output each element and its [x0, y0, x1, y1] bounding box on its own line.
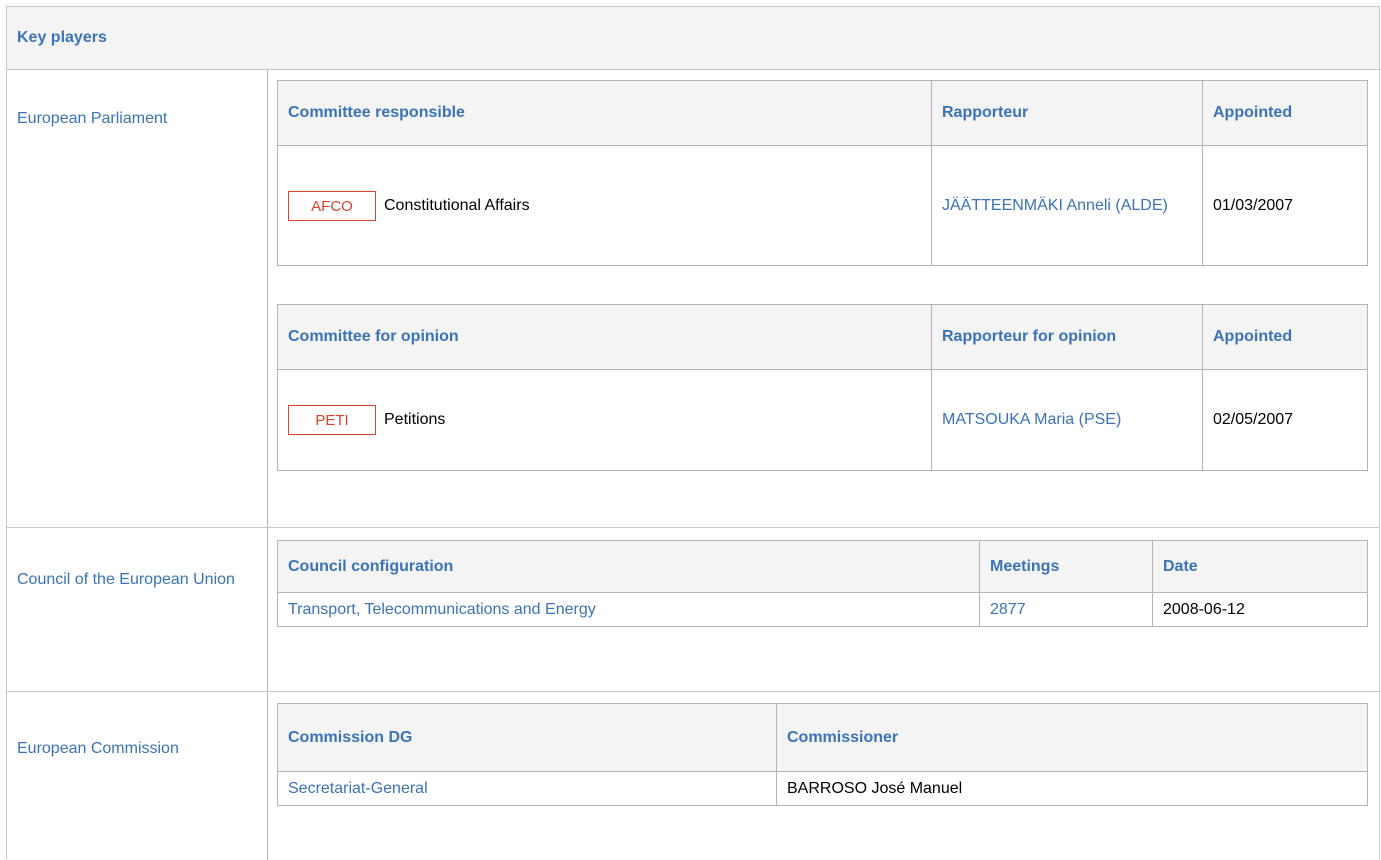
meeting-cell: 2877 [979, 592, 1153, 627]
th-council-configuration: Council configuration [277, 540, 980, 593]
committee-badge-afco[interactable]: AFCO [288, 190, 376, 221]
council-label[interactable]: Council of the European Union [17, 570, 237, 589]
rapporteur-link[interactable]: MATSOUKA Maria (PSE) [942, 411, 1121, 428]
meeting-date: 2008-06-12 [1152, 592, 1368, 627]
appointed-date: 01/03/2007 [1202, 145, 1368, 266]
committee-cell: AFCO Constitutional Affairs [277, 145, 932, 266]
ep-label[interactable]: European Parliament [17, 109, 257, 128]
committee-opinion-table: Committee for opinion Rapporteur for opi… [277, 304, 1368, 471]
th-commissioner: Commissioner [776, 703, 1368, 772]
committee-cell: PETI Petitions [277, 369, 932, 471]
table-row: PETI Petitions MATSOUKA Maria (PSE) 02/05… [277, 369, 1368, 471]
ep-row: European Parliament Committee responsibl… [7, 70, 1379, 528]
table-row: Transport, Telecommunications and Energy… [277, 592, 1368, 627]
th-date: Date [1152, 540, 1368, 593]
rapporteur-link[interactable]: JÄÄTTEENMÄKI Anneli (ALDE) [942, 197, 1168, 214]
configuration-cell: Transport, Telecommunications and Energy [277, 592, 980, 627]
th-committee-opinion: Committee for opinion [277, 304, 932, 370]
committee-badge-peti[interactable]: PETI [288, 405, 376, 435]
commissioner-name: BARROSO José Manuel [776, 771, 1368, 806]
table-row: Secretariat-General BARROSO José Manuel [277, 771, 1368, 806]
commission-label[interactable]: European Commission [17, 739, 257, 758]
meeting-link[interactable]: 2877 [990, 601, 1026, 618]
committee-responsible-table: Committee responsible Rapporteur Appoint… [277, 80, 1368, 266]
key-players-title: Key players [17, 29, 107, 46]
committee-name: Petitions [384, 411, 446, 428]
row-divider [267, 692, 268, 860]
appointed-date: 02/05/2007 [1202, 369, 1368, 471]
council-configuration-link[interactable]: Transport, Telecommunications and Energy [288, 601, 596, 618]
commission-dg-link[interactable]: Secretariat-General [288, 780, 428, 797]
th-appointed: Appointed [1202, 304, 1368, 370]
th-rapporteur-opinion: Rapporteur for opinion [931, 304, 1203, 370]
rapporteur-cell: JÄÄTTEENMÄKI Anneli (ALDE) [931, 145, 1203, 266]
council-table: Council configuration Meetings Date Tran… [277, 540, 1368, 627]
council-row: Council of the European Union Council co… [7, 528, 1379, 692]
commission-row: European Commission Commission DG Commis… [7, 692, 1379, 860]
committee-name: Constitutional Affairs [384, 196, 530, 214]
th-appointed: Appointed [1202, 80, 1368, 146]
th-commission-dg: Commission DG [277, 703, 777, 772]
table-row: AFCO Constitutional Affairs JÄÄTTEENMÄKI … [277, 145, 1368, 266]
rapporteur-cell: MATSOUKA Maria (PSE) [931, 369, 1203, 471]
commission-table: Commission DG Commissioner Secretariat-G… [277, 703, 1368, 806]
th-committee-responsible: Committee responsible [277, 80, 932, 146]
row-divider [267, 70, 268, 527]
row-divider [267, 528, 268, 691]
key-players-panel: Key players European Parliament Committe… [6, 6, 1380, 860]
key-players-header: Key players [7, 7, 1379, 70]
dg-cell: Secretariat-General [277, 771, 777, 806]
th-meetings: Meetings [979, 540, 1153, 593]
th-rapporteur: Rapporteur [931, 80, 1203, 146]
